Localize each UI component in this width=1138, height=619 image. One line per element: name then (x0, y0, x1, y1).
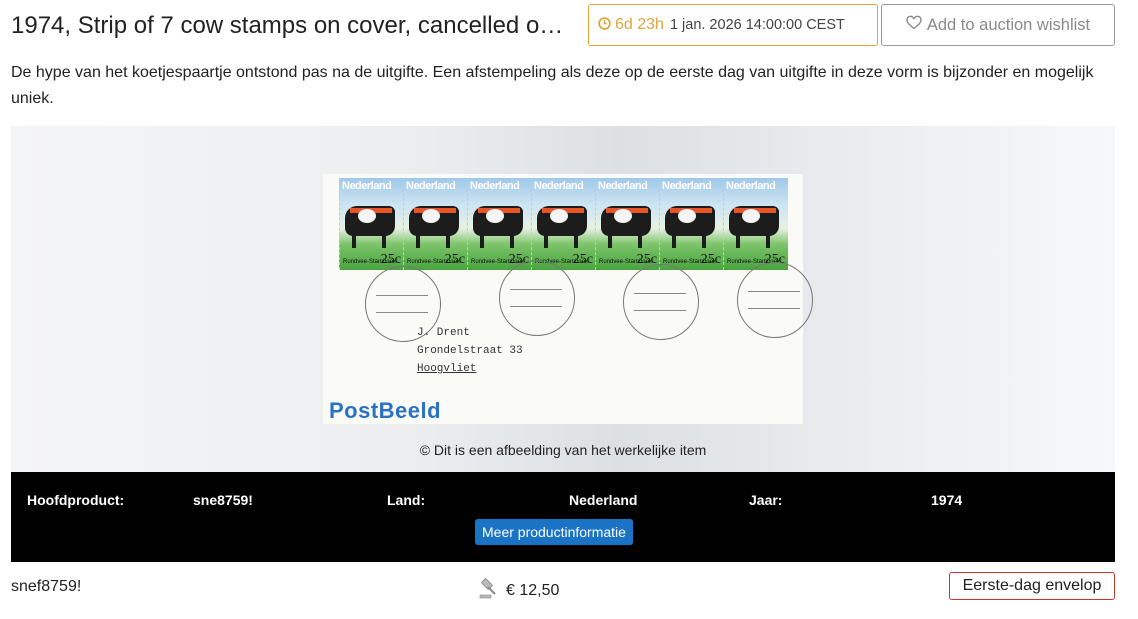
cow-leg (766, 234, 770, 248)
cow-spot (614, 209, 632, 223)
stamp: Nederland Rundvee-Stamboek 25c (403, 178, 468, 270)
header-row: 1974, Strip of 7 cow stamps on cover, ca… (11, 4, 1115, 48)
cow-spot (358, 209, 376, 223)
item-description: De hype van het koetjespaartje ontstond … (11, 64, 1094, 107)
stamp-country: Nederland (726, 180, 776, 192)
stamp: Nederland Rundvee-Stamboek 25c (339, 178, 404, 270)
first-day-cover-badge: Eerste-dag envelop (949, 572, 1115, 600)
auction-end-date: 1 jan. 2026 14:00:00 CEST (669, 17, 845, 33)
cow-leg (638, 234, 642, 248)
page-title: 1974, Strip of 7 cow stamps on cover, ca… (11, 12, 564, 39)
auction-timer: 6d 23h 1 jan. 2026 14:00:00 CEST (588, 4, 878, 46)
more-product-info-button[interactable]: Meer productinformatie (475, 519, 633, 545)
cow-spot (742, 209, 760, 223)
cow-leg (736, 234, 740, 248)
year-value: 1974 (931, 492, 963, 508)
image-caption: © Dit is een afbeelding van het werkelij… (419, 442, 707, 458)
stamp-country: Nederland (470, 180, 520, 192)
cow-leg (574, 234, 578, 248)
cow-leg (480, 234, 484, 248)
stamp-country: Nederland (534, 180, 584, 192)
main-product-label: Hoofdproduct: (27, 492, 125, 508)
address-line: Hoogvliet (417, 363, 477, 375)
stamp: Nederland Rundvee-Stamboek 25c (531, 178, 596, 270)
wishlist-label: Add to auction wishlist (926, 15, 1091, 34)
postmark (737, 262, 813, 338)
price: € 12,50 (478, 577, 559, 604)
stamp-value: 25c (444, 252, 465, 267)
address-line: Grondelstraat 33 (417, 345, 523, 357)
stamp-country: Nederland (662, 180, 712, 192)
envelope-address: J. Drent Grondelstraat 33 Hoogvliet (417, 324, 523, 378)
clock-icon (598, 16, 611, 34)
cow-leg (672, 234, 676, 248)
add-to-wishlist-button[interactable]: Add to auction wishlist (881, 4, 1115, 46)
cow-leg (544, 234, 548, 248)
cover-image[interactable]: Nederland Rundvee-Stamboek 25c Nederland Run… (323, 174, 813, 424)
stamp: Nederland Rundvee-Stamboek 25c (467, 178, 532, 270)
country-value: Nederland (569, 492, 638, 508)
stamp: Nederland Rundvee-Stamboek 25c (595, 178, 660, 270)
stamp-value: 25c (572, 252, 593, 267)
cow-spot (550, 209, 568, 223)
cow-leg (352, 234, 356, 248)
gavel-icon (478, 577, 500, 604)
cow-spot (486, 209, 504, 223)
time-remaining: 6d 23h (615, 16, 664, 33)
cow-leg (510, 234, 514, 248)
stamp-value: 25c (700, 252, 721, 267)
cow-spot (422, 209, 440, 223)
postbeeld-logo: PostBeeld (329, 398, 442, 423)
price-value: € 12,50 (506, 581, 560, 599)
stamp-country: Nederland (406, 180, 456, 192)
product-info-bar: Hoofdproduct: sne8759! Land: Nederland J… (11, 472, 1115, 562)
country-label: Land: (387, 492, 426, 508)
postmark (623, 264, 699, 340)
item-image-panel: Nederland Rundvee-Stamboek 25c Nederland Run… (11, 126, 1115, 472)
cow-leg (608, 234, 612, 248)
stamp-country: Nederland (598, 180, 648, 192)
stamp: Nederland Rundvee-Stamboek 25c (659, 178, 724, 270)
stamp-country: Nederland (342, 180, 392, 192)
cow-leg (382, 234, 386, 248)
heart-icon (906, 15, 922, 35)
item-sku: snef8759! (11, 578, 82, 595)
cow-leg (416, 234, 420, 248)
address-line: J. Drent (417, 327, 470, 339)
stamp: Nederland Rundvee-Stamboek 25c (723, 178, 788, 270)
cow-leg (446, 234, 450, 248)
main-product-value: sne8759! (193, 492, 253, 508)
cow-leg (702, 234, 706, 248)
year-label: Jaar: (749, 492, 783, 508)
cow-spot (678, 209, 696, 223)
